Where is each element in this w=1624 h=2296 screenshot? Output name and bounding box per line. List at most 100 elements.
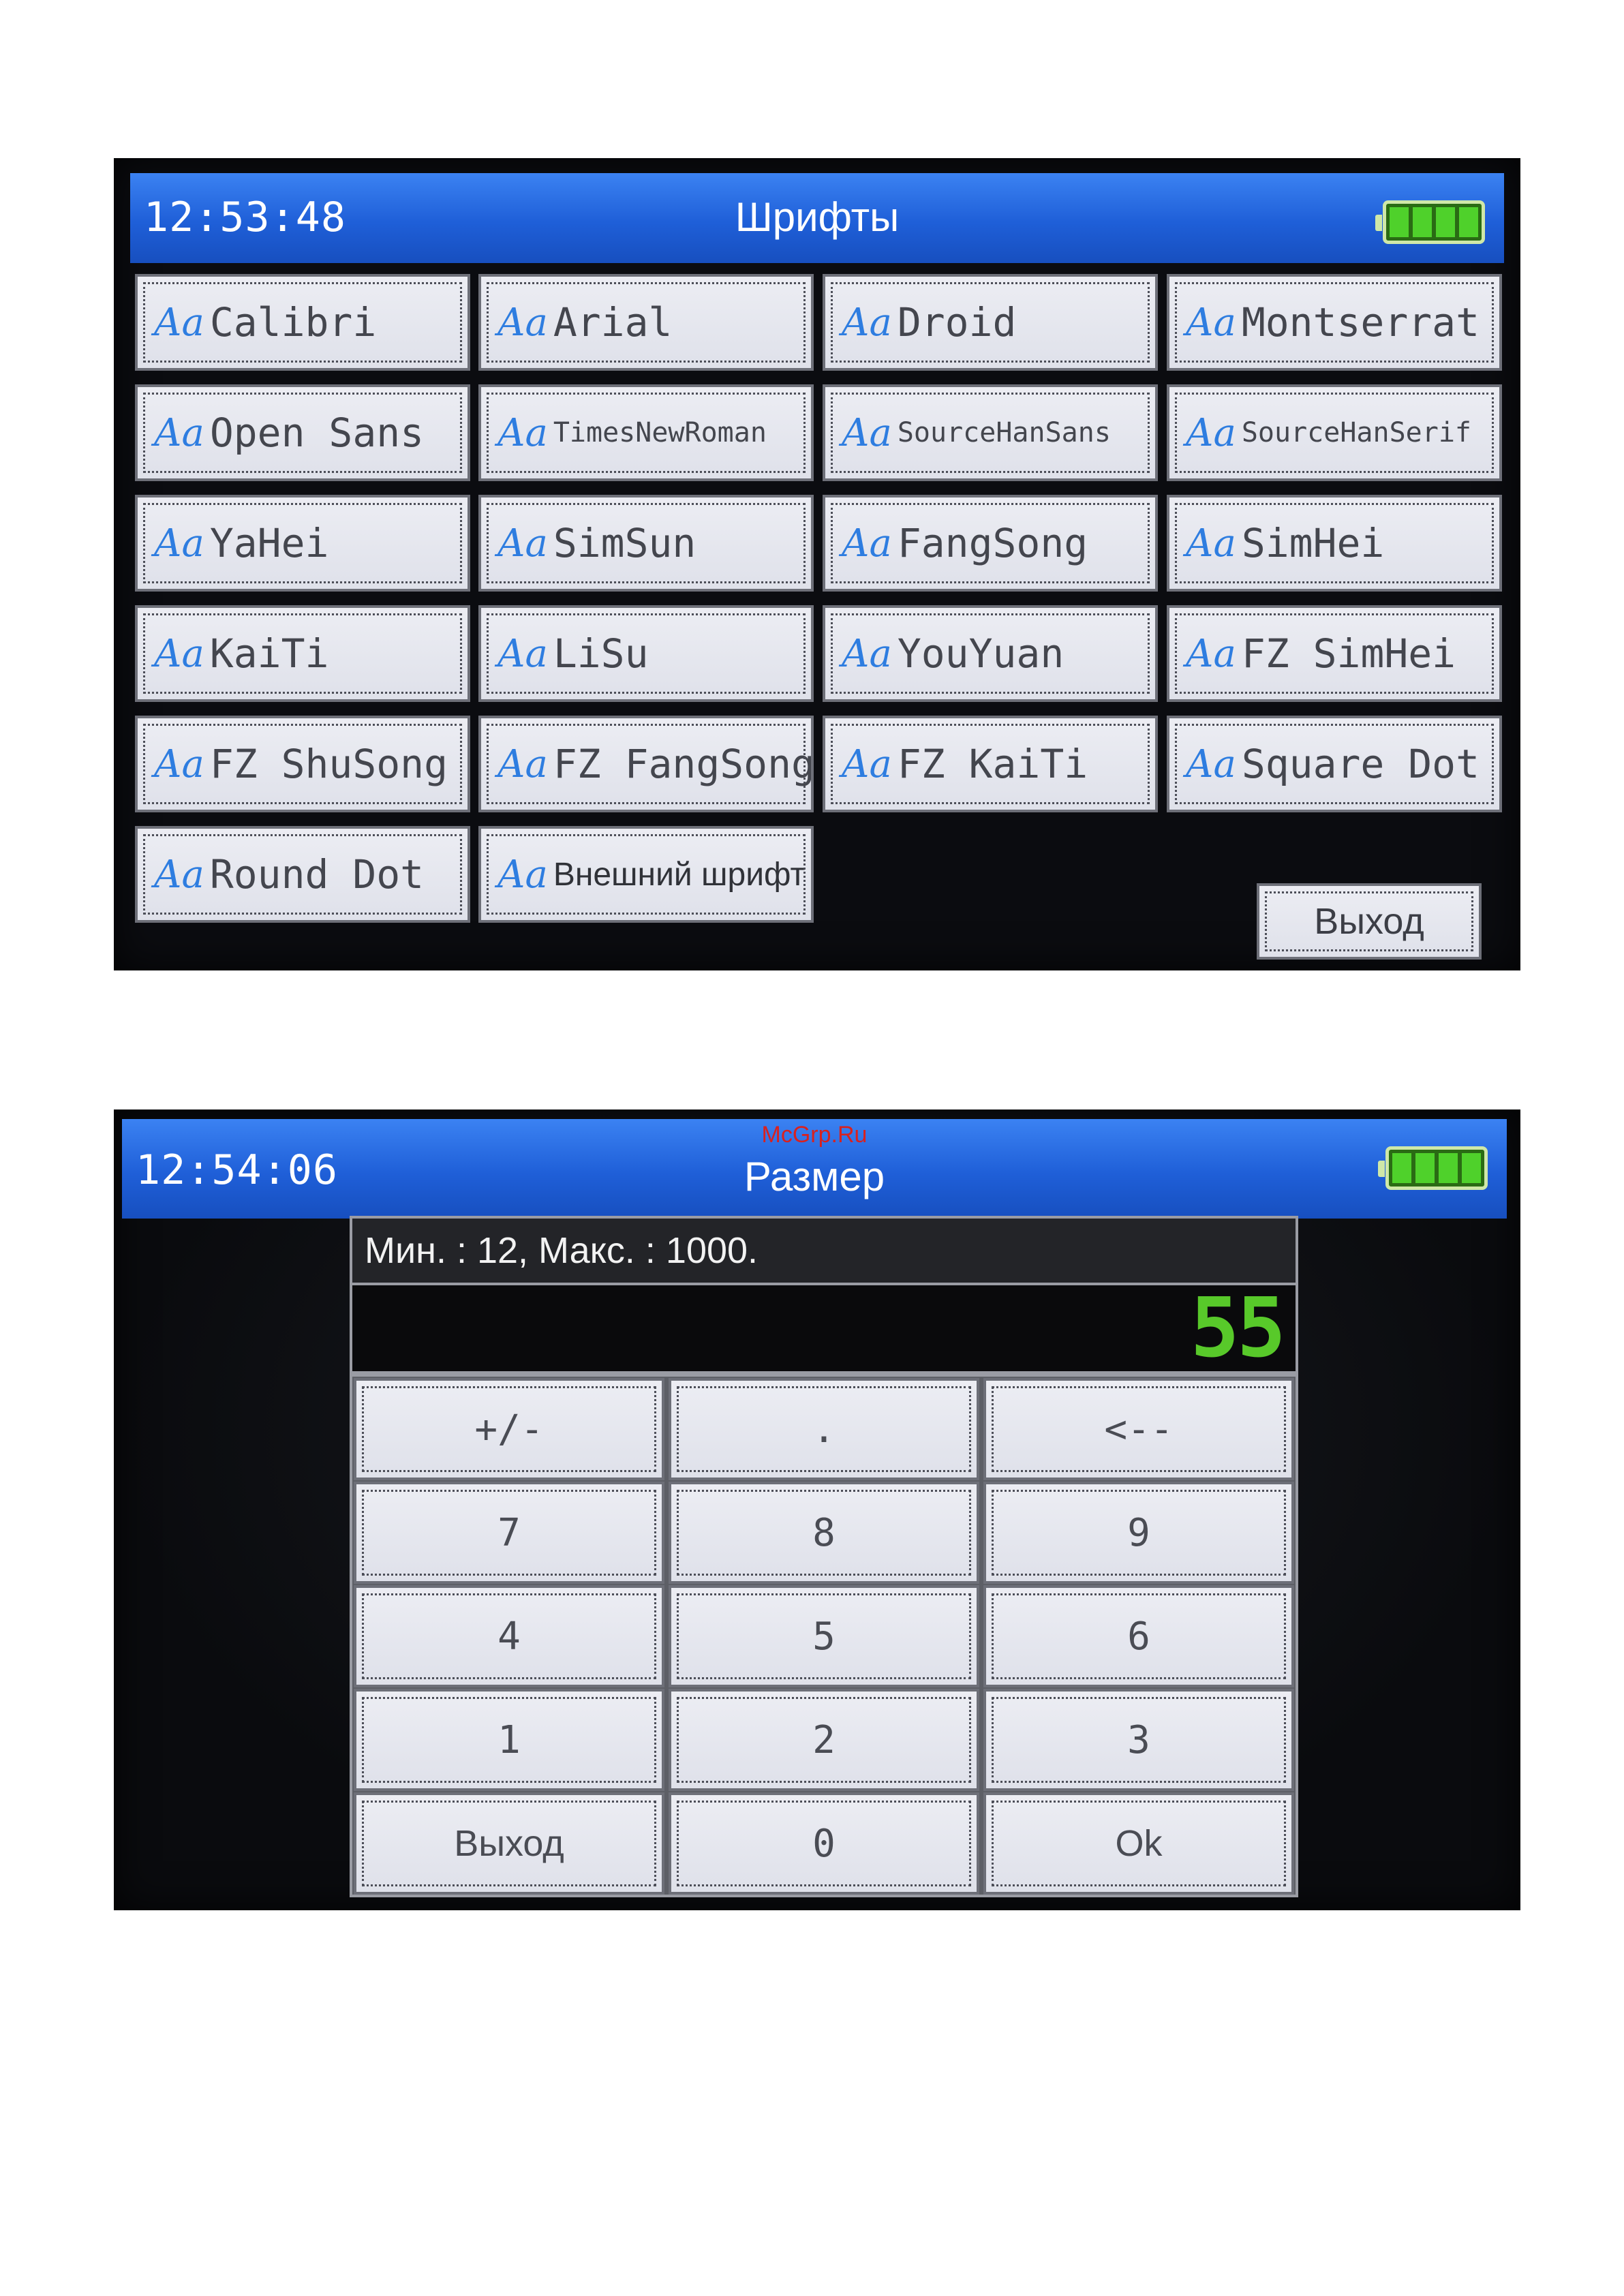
font-sample-icon: Aa: [154, 300, 204, 345]
key-2-button[interactable]: 2: [669, 1689, 979, 1791]
font-option-simhei[interactable]: Aa SimHei: [1167, 495, 1502, 592]
key-label: 4: [497, 1614, 521, 1659]
font-option-label: Square Dot: [1241, 741, 1480, 787]
value-display: 55: [350, 1281, 1298, 1376]
font-option-fz-kaiti[interactable]: Aa FZ KaiTi: [823, 716, 1158, 812]
key-label: 3: [1127, 1717, 1150, 1762]
font-option-square-dot[interactable]: Aa Square Dot: [1167, 716, 1502, 812]
font-option-внешний-шрифт[interactable]: Aa Внешний шрифт: [478, 826, 814, 923]
battery-icon: [1378, 1146, 1488, 1190]
font-sample-icon: Aa: [842, 741, 892, 786]
font-option-label: FZ SimHei: [1241, 630, 1456, 677]
font-sample-icon: Aa: [497, 410, 548, 455]
font-option-montserrat[interactable]: Aa Montserrat: [1167, 274, 1502, 371]
key-exit-button[interactable]: Выход: [354, 1792, 664, 1895]
watermark: McGrp.Ru: [761, 1122, 868, 1148]
font-sample-icon: Aa: [842, 410, 892, 455]
font-sample-icon: Aa: [842, 300, 892, 345]
battery-icon: [1375, 200, 1485, 244]
font-option-sourcehanserif[interactable]: Aa SourceHanSerif: [1167, 384, 1502, 481]
font-option-lisu[interactable]: Aa LiSu: [478, 605, 814, 702]
exit-button[interactable]: Выход: [1257, 883, 1482, 960]
key-ok-button[interactable]: Ok: [983, 1792, 1294, 1895]
font-option-round-dot[interactable]: Aa Round Dot: [135, 826, 470, 923]
font-sample-icon: Aa: [154, 410, 204, 455]
key-label: 5: [812, 1614, 836, 1659]
key-label: 8: [812, 1510, 836, 1555]
font-sample-icon: Aa: [154, 741, 204, 786]
key-4-button[interactable]: 4: [354, 1585, 664, 1687]
key-8-button[interactable]: 8: [669, 1482, 979, 1584]
font-option-fangsong[interactable]: Aa FangSong: [823, 495, 1158, 592]
font-option-fz-simhei[interactable]: Aa FZ SimHei: [1167, 605, 1502, 702]
font-sample-icon: Aa: [154, 521, 204, 566]
font-option-label: SimSun: [553, 520, 696, 566]
key-label: 1: [497, 1717, 521, 1762]
key-7-button[interactable]: 7: [354, 1482, 664, 1584]
key-backspace-button[interactable]: <--: [983, 1378, 1294, 1480]
font-option-label: Droid: [897, 299, 1017, 346]
key-3-button[interactable]: 3: [983, 1689, 1294, 1791]
font-sample-icon: Aa: [497, 852, 548, 897]
key-label: 6: [1127, 1614, 1150, 1659]
font-option-kaiti[interactable]: Aa KaiTi: [135, 605, 470, 702]
key-label: 7: [497, 1510, 521, 1555]
key-label: 9: [1127, 1510, 1150, 1555]
font-sample-icon: Aa: [1186, 521, 1236, 566]
key-0-button[interactable]: 0: [669, 1792, 979, 1895]
font-sample-icon: Aa: [154, 852, 204, 897]
font-option-label: FZ ShuSong: [209, 741, 448, 787]
font-option-fz-fangsong[interactable]: Aa FZ FangSong: [478, 716, 814, 812]
range-text: Мин. : 12, Макс. : 1000.: [365, 1230, 759, 1271]
fonts-screen: 12:53:48 Шрифты Aa Calibri Aa Arial Aa Droid A…: [114, 158, 1520, 970]
font-option-label: SourceHanSerif: [1241, 417, 1471, 448]
font-option-yahei[interactable]: Aa YaHei: [135, 495, 470, 592]
key-decimal-point-button[interactable]: .: [669, 1378, 979, 1480]
font-option-label: YaHei: [209, 520, 329, 566]
font-sample-icon: Aa: [842, 631, 892, 676]
font-sample-icon: Aa: [1186, 631, 1236, 676]
font-sample-icon: Aa: [497, 741, 548, 786]
font-option-timesnewroman[interactable]: Aa TimesNewRoman: [478, 384, 814, 481]
key-label: +/-: [474, 1407, 544, 1452]
font-option-arial[interactable]: Aa Arial: [478, 274, 814, 371]
value-readout: 55: [1190, 1281, 1286, 1376]
font-option-open-sans[interactable]: Aa Open Sans: [135, 384, 470, 481]
key-label: Ok: [1115, 1823, 1163, 1864]
font-option-label: LiSu: [553, 630, 649, 677]
font-option-youyuan[interactable]: Aa YouYuan: [823, 605, 1158, 702]
key-6-button[interactable]: 6: [983, 1585, 1294, 1687]
numeric-keypad: +/-. <-- 7 8 9 4 5 6 1 2 3 Выход 0 Ok: [350, 1374, 1298, 1897]
font-option-simsun[interactable]: Aa SimSun: [478, 495, 814, 592]
range-info: Мин. : 12, Макс. : 1000.: [350, 1216, 1298, 1285]
font-option-sourcehansans[interactable]: Aa SourceHanSans: [823, 384, 1158, 481]
key-label: .: [812, 1407, 836, 1452]
font-option-label: TimesNewRoman: [553, 417, 767, 448]
key-5-button[interactable]: 5: [669, 1585, 979, 1687]
key-9-button[interactable]: 9: [983, 1482, 1294, 1584]
font-sample-icon: Aa: [497, 521, 548, 566]
key-sign-toggle-button[interactable]: +/-: [354, 1378, 664, 1480]
font-option-label: Round Dot: [209, 851, 425, 898]
font-option-label: Calibri: [209, 299, 377, 346]
exit-button-label: Выход: [1314, 901, 1424, 942]
title-bar: 12:53:48 Шрифты: [130, 173, 1504, 263]
font-sample-icon: Aa: [1186, 410, 1236, 455]
font-option-label: SimHei: [1241, 520, 1385, 566]
font-option-fz-shusong[interactable]: Aa FZ ShuSong: [135, 716, 470, 812]
font-sample-icon: Aa: [842, 521, 892, 566]
key-1-button[interactable]: 1: [354, 1689, 664, 1791]
font-option-label: Montserrat: [1241, 299, 1480, 346]
font-option-label: Open Sans: [209, 410, 425, 456]
font-option-label: Arial: [553, 299, 673, 346]
font-sample-icon: Aa: [497, 631, 548, 676]
page-title: Шрифты: [735, 194, 900, 240]
font-option-label: KaiTi: [209, 630, 329, 677]
font-option-label: YouYuan: [897, 630, 1064, 677]
font-option-calibri[interactable]: Aa Calibri: [135, 274, 470, 371]
font-option-label: FZ FangSong: [553, 741, 814, 787]
font-option-droid[interactable]: Aa Droid: [823, 274, 1158, 371]
font-option-label: Внешний шрифт: [553, 856, 806, 893]
font-sample-icon: Aa: [1186, 741, 1236, 786]
key-label: 2: [812, 1717, 836, 1762]
